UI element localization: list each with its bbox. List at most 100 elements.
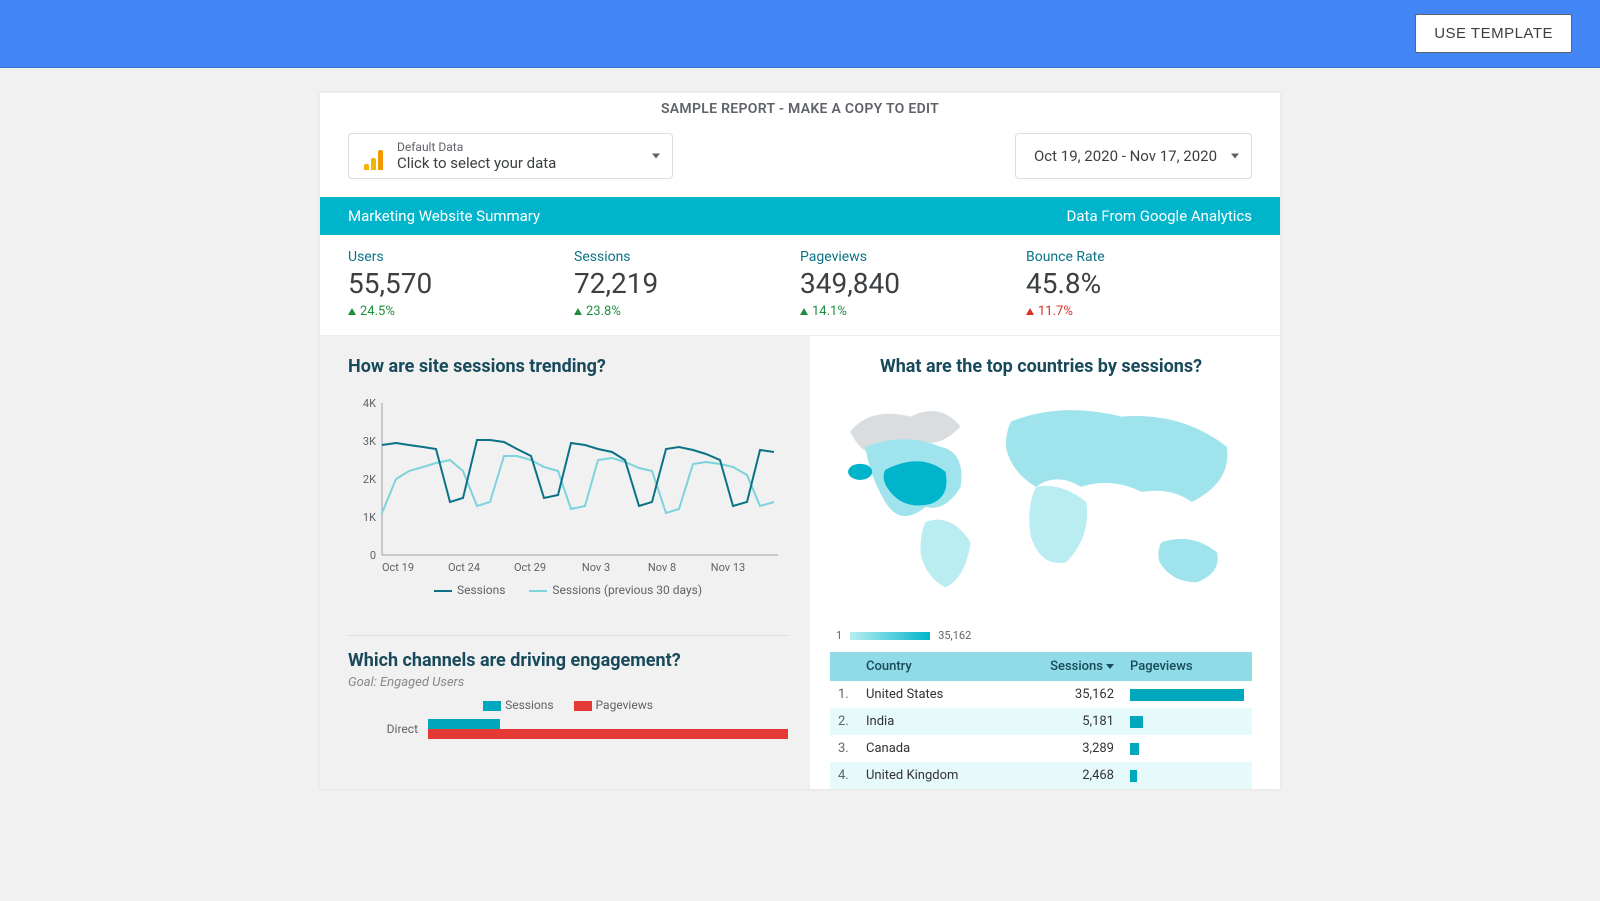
metric-delta: 14.1% — [800, 304, 1026, 319]
legend-swatch-sessions — [434, 590, 452, 592]
sort-desc-icon — [1106, 664, 1114, 669]
svg-text:Oct 19: Oct 19 — [382, 561, 414, 573]
countries-table[interactable]: Country Sessions Pageviews 1. United Sta… — [830, 652, 1252, 789]
svg-text:4K: 4K — [363, 397, 376, 410]
svg-text:Nov 8: Nov 8 — [648, 561, 676, 573]
row-index: 4. — [830, 762, 858, 789]
data-selector-bottom-label: Click to select your data — [397, 154, 556, 172]
channel-bar-pageviews — [428, 729, 788, 739]
metric-value: 45.8% — [1026, 267, 1252, 300]
svg-text:Nov 3: Nov 3 — [582, 561, 610, 573]
metrics-row: Users 55,570 24.5% Sessions 72,219 23.8%… — [320, 235, 1280, 336]
svg-text:Nov 13: Nov 13 — [711, 561, 745, 573]
arrow-up-icon — [800, 308, 808, 315]
data-selector-top-label: Default Data — [397, 140, 556, 154]
world-map[interactable] — [830, 387, 1252, 621]
svg-text:Oct 29: Oct 29 — [514, 561, 546, 573]
row-pv-bar — [1130, 716, 1143, 728]
metric-label: Users — [348, 249, 574, 265]
metric-label: Bounce Rate — [1026, 249, 1252, 265]
series-current — [382, 440, 774, 506]
map-gradient-bar — [850, 632, 930, 640]
legend-label: Sessions — [505, 698, 553, 712]
metric-value: 72,219 — [574, 267, 800, 300]
metric-value: 55,570 — [348, 267, 574, 300]
row-index: 3. — [830, 735, 858, 762]
col-sessions[interactable]: Sessions — [1010, 652, 1122, 681]
row-country: United Kingdom — [858, 762, 1010, 789]
summary-bar-left: Marketing Website Summary — [348, 207, 540, 225]
row-country: United States — [858, 681, 1010, 708]
left-column: How are site sessions trending? 4K 3K 2K… — [320, 336, 810, 789]
channel-bar-sessions — [428, 719, 500, 729]
channels-title: Which channels are driving engagement? — [348, 650, 788, 671]
arrow-up-icon — [348, 308, 356, 315]
row-sessions: 5,181 — [1010, 708, 1122, 735]
map-legend: 1 35,162 — [830, 629, 1252, 642]
date-range-selector[interactable]: Oct 19, 2020 - Nov 17, 2020 — [1015, 133, 1252, 179]
chevron-down-icon — [1231, 154, 1239, 159]
row-pv-bar — [1130, 689, 1244, 701]
row-sessions: 35,162 — [1010, 681, 1122, 708]
metric-sessions: Sessions 72,219 23.8% — [574, 249, 800, 319]
analytics-icon — [359, 142, 387, 170]
table-row[interactable]: 2. India 5,181 — [830, 708, 1252, 735]
svg-text:0: 0 — [370, 549, 376, 562]
svg-text:1K: 1K — [363, 511, 376, 524]
report-canvas: SAMPLE REPORT - MAKE A COPY TO EDIT Defa… — [320, 93, 1280, 789]
world-map-svg — [830, 387, 1252, 617]
legend-swatch-pageviews — [574, 701, 592, 711]
svg-text:2K: 2K — [363, 473, 376, 486]
table-row[interactable]: 3. Canada 3,289 — [830, 735, 1252, 762]
table-row[interactable]: 4. United Kingdom 2,468 — [830, 762, 1252, 789]
countries-title: What are the top countries by sessions? — [830, 356, 1252, 377]
map-legend-min: 1 — [836, 629, 842, 642]
line-chart-svg: 4K 3K 2K 1K 0 Oct 19 Oct 24 Oct 29 — [348, 393, 788, 573]
arrow-up-icon — [1026, 308, 1034, 315]
table-row[interactable]: 1. United States 35,162 — [830, 681, 1252, 708]
svg-text:Oct 24: Oct 24 — [448, 561, 480, 573]
sessions-trend-title: How are site sessions trending? — [348, 356, 788, 377]
use-template-button[interactable]: USE TEMPLATE — [1415, 14, 1572, 53]
metric-label: Sessions — [574, 249, 800, 265]
summary-bar: Marketing Website Summary Data From Goog… — [320, 197, 1280, 235]
legend-label: Pageviews — [596, 698, 653, 712]
row-index: 2. — [830, 708, 858, 735]
summary-bar-right: Data From Google Analytics — [1067, 207, 1252, 225]
arrow-up-icon — [574, 308, 582, 315]
row-country: India — [858, 708, 1010, 735]
sample-banner: SAMPLE REPORT - MAKE A COPY TO EDIT — [320, 93, 1280, 125]
legend-label: Sessions — [457, 583, 505, 597]
line-chart-legend: Sessions Sessions (previous 30 days) — [348, 583, 788, 597]
row-sessions: 3,289 — [1010, 735, 1122, 762]
legend-swatch-prev — [529, 590, 547, 592]
legend-label: Sessions (previous 30 days) — [552, 583, 702, 597]
channel-bars — [428, 719, 788, 739]
row-country: Canada — [858, 735, 1010, 762]
metric-delta: 24.5% — [348, 304, 574, 319]
metric-delta: 11.7% — [1026, 304, 1252, 319]
metric-bounce-rate: Bounce Rate 45.8% 11.7% — [1026, 249, 1252, 319]
col-pageviews[interactable]: Pageviews — [1122, 652, 1252, 681]
data-source-selector[interactable]: Default Data Click to select your data — [348, 133, 673, 179]
svg-text:3K: 3K — [363, 435, 376, 448]
row-pv-bar — [1130, 770, 1137, 782]
date-range-label: Oct 19, 2020 - Nov 17, 2020 — [1034, 147, 1217, 165]
legend-swatch-sessions — [483, 701, 501, 711]
row-index: 1. — [830, 681, 858, 708]
channel-label: Direct — [348, 722, 428, 736]
metric-label: Pageviews — [800, 249, 1026, 265]
section-divider — [348, 635, 788, 636]
metric-pageviews: Pageviews 349,840 14.1% — [800, 249, 1026, 319]
body-columns: How are site sessions trending? 4K 3K 2K… — [320, 336, 1280, 789]
row-sessions: 2,468 — [1010, 762, 1122, 789]
metric-users: Users 55,570 24.5% — [348, 249, 574, 319]
chevron-down-icon — [652, 154, 660, 159]
sessions-trend-chart[interactable]: 4K 3K 2K 1K 0 Oct 19 Oct 24 Oct 29 — [348, 387, 788, 617]
selectors-row: Default Data Click to select your data O… — [320, 125, 1280, 197]
data-selector-labels: Default Data Click to select your data — [397, 140, 556, 172]
metric-value: 349,840 — [800, 267, 1026, 300]
row-pv-bar — [1130, 743, 1139, 755]
col-country[interactable]: Country — [858, 652, 1010, 681]
right-column: What are the top countries by sessions? … — [810, 336, 1280, 789]
